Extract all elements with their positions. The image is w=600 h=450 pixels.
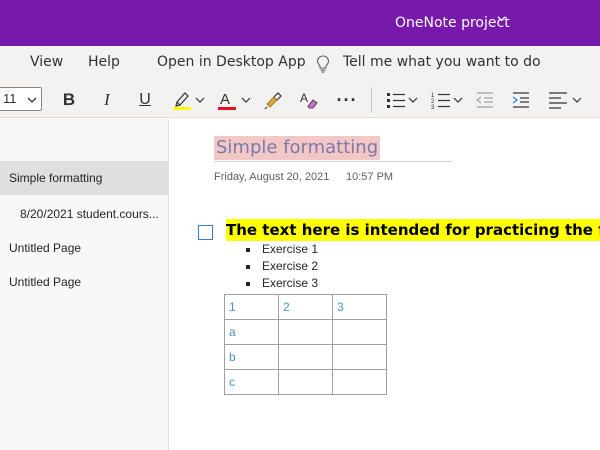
alignment-button[interactable] [546,87,586,113]
font-size-value: 11 [3,91,17,106]
toolbar-divider [371,87,372,113]
table-cell[interactable] [332,319,387,345]
menu-view[interactable]: View [30,54,63,70]
decrease-indent-icon [476,92,493,108]
bold-label: B [62,90,76,109]
page-list: Simple formatting 8/20/2021 student.cour… [0,119,169,450]
chevron-down-icon [27,92,37,110]
table-cell[interactable] [332,344,387,370]
page-time: 10:57 PM [346,171,394,183]
decrease-indent-button[interactable] [474,87,496,113]
table-cell[interactable] [278,319,333,345]
page-table: 1 2 3 a b c [224,294,387,395]
font-color-icon: A [218,91,251,110]
increase-indent-icon [512,92,529,108]
chevron-down-icon[interactable] [497,14,506,26]
page-canvas[interactable]: Simple formatting Friday, August 20, 202… [170,119,600,450]
page-item-label: Simple formatting [9,171,103,185]
table-cell[interactable]: c [224,369,279,395]
menu-bar: View Help Open in Desktop App Tell me wh… [0,46,600,82]
page-item-untitled-2[interactable]: Untitled Page [0,265,168,299]
eraser-icon: A [300,91,318,109]
font-size-select[interactable]: 11 [0,87,42,111]
page-item-label: 8/20/2021 student.cours... [20,207,159,221]
menu-help[interactable]: Help [88,54,120,70]
exercise-list: Exercise 1 Exercise 2 Exercise 3 [244,241,318,292]
page-item-simple-formatting[interactable]: Simple formatting [0,161,168,195]
todo-checkbox[interactable] [198,225,213,240]
underline-button[interactable]: U [134,87,156,113]
table-cell[interactable] [278,344,333,370]
bullets-button[interactable] [384,87,420,113]
tell-me-search[interactable]: Tell me what you want to do [343,54,541,70]
highlight-button[interactable] [170,87,208,113]
underline-label: U [139,91,151,108]
highlighter-icon [173,92,205,110]
table-cell[interactable]: 3 [332,294,387,320]
bold-button[interactable]: B [58,87,80,113]
table-cell[interactable]: 2 [278,294,333,320]
format-painter-button[interactable] [262,87,284,113]
menu-open-desktop-app[interactable]: Open in Desktop App [157,54,306,70]
bulleted-list-icon [387,93,418,108]
table-row: a [224,319,387,345]
list-item[interactable]: Exercise 3 [244,275,318,292]
more-button[interactable]: ··· [334,87,360,113]
clear-formatting-button[interactable]: A [298,87,320,113]
page-item-label: Untitled Page [9,275,82,289]
page-date: Friday, August 20, 2021 [214,171,330,183]
highlighted-paragraph[interactable]: The text here is intended for practicing… [226,219,600,241]
svg-text:A: A [300,91,308,105]
format-painter-icon [264,92,282,110]
svg-text:3: 3 [431,105,435,110]
page-item-student-course[interactable]: 8/20/2021 student.cours... [0,197,168,231]
italic-label: I [104,90,110,109]
ribbon-toolbar: 11 B I U A A ··· 1 2 3 [0,82,600,118]
lightbulb-icon [316,55,330,78]
numbering-button[interactable]: 1 2 3 [429,87,465,113]
page-title[interactable]: Simple formatting [214,136,381,160]
table-cell[interactable]: 1 [224,294,279,320]
page-item-untitled-1[interactable]: Untitled Page [0,231,168,265]
table-cell[interactable]: a [224,319,279,345]
table-cell[interactable] [278,369,333,395]
title-underline [214,161,452,162]
table-cell[interactable]: b [224,344,279,370]
title-bar: OneNote project [0,0,600,46]
increase-indent-button[interactable] [510,87,532,113]
notebook-title[interactable]: OneNote project [395,15,510,31]
table-row: b [224,344,387,370]
align-left-icon [549,92,582,109]
page-item-label: Untitled Page [9,241,82,255]
numbered-list-icon: 1 2 3 [431,93,463,110]
table-row: c [224,369,387,395]
list-item[interactable]: Exercise 2 [244,258,318,275]
italic-button[interactable]: I [96,87,118,113]
font-color-button[interactable]: A [214,87,254,113]
more-label: ··· [336,89,358,110]
svg-text:A: A [220,91,230,108]
list-item[interactable]: Exercise 1 [244,241,318,258]
table-row: 1 2 3 [224,294,387,320]
table-cell[interactable] [332,369,387,395]
